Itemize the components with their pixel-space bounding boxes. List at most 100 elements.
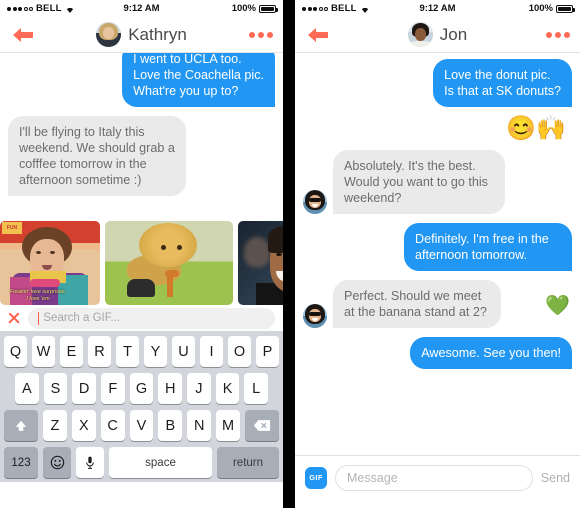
left-phone-screen: BELL 9:12 AM 100% Kathryn I went to UCLA… xyxy=(0,0,283,508)
key-x[interactable]: X xyxy=(71,410,96,441)
sender-avatar[interactable] xyxy=(303,304,327,328)
space-key[interactable]: space xyxy=(109,447,212,478)
nav-title-group-right: Jon xyxy=(295,22,580,47)
message-bubble-incoming[interactable]: Absolutely. It's the best. Would you wan… xyxy=(333,150,505,214)
nav-bar-left: Kathryn xyxy=(0,17,283,53)
key-j[interactable]: J xyxy=(187,373,211,404)
heart-reaction-icon[interactable]: 💚 xyxy=(545,293,570,318)
key-r[interactable]: R xyxy=(88,336,111,367)
bubble-tail xyxy=(564,357,576,369)
key-w[interactable]: W xyxy=(32,336,55,367)
sender-avatar[interactable] xyxy=(303,190,327,214)
battery-icon xyxy=(556,4,575,13)
message-row-outgoing: Love the donut pic. Is that at SK donuts… xyxy=(295,59,580,107)
key-f[interactable]: F xyxy=(101,373,125,404)
message-row-incoming: I'll be flying to Italy this weekend. We… xyxy=(0,116,283,196)
key-d[interactable]: D xyxy=(72,373,96,404)
key-n[interactable]: N xyxy=(187,410,212,441)
emoji-message[interactable]: 😊🙌 xyxy=(295,116,580,142)
keyboard-row-2: A S D F G H J K L xyxy=(2,373,281,404)
message-bubble-incoming[interactable]: Perfect. Should we meet at the banana st… xyxy=(333,280,501,328)
gif-results-strip: FUN Freakin' love surprises. I love 'em xyxy=(0,221,283,305)
message-bubble-outgoing[interactable]: Love the donut pic. Is that at SK donuts… xyxy=(433,59,572,107)
message-bubble-incoming[interactable]: I'll be flying to Italy this weekend. We… xyxy=(8,116,186,196)
backspace-icon[interactable] xyxy=(245,410,280,441)
bubble-tail xyxy=(564,259,576,271)
status-bar-left: BELL 9:12 AM 100% xyxy=(0,0,283,17)
gif-thumb-lion-puppet[interactable] xyxy=(105,221,233,305)
message-text: Love the donut pic. Is that at SK donuts… xyxy=(444,68,561,98)
gif-button[interactable]: GIF xyxy=(305,466,327,489)
gif-search-input[interactable]: Search a GIF... xyxy=(28,307,275,329)
message-text: I went to UCLA too. Love the Coachella p… xyxy=(133,53,264,98)
message-row-outgoing: I went to UCLA too. Love the Coachella p… xyxy=(0,53,283,107)
key-b[interactable]: B xyxy=(158,410,183,441)
key-h[interactable]: H xyxy=(158,373,183,404)
bubble-tail xyxy=(4,184,16,196)
message-input[interactable]: Message xyxy=(335,464,533,491)
gif-search-bar: Search a GIF... xyxy=(0,305,283,331)
key-z[interactable]: Z xyxy=(43,410,67,441)
kathryn-avatar[interactable] xyxy=(96,22,122,47)
key-t[interactable]: T xyxy=(116,336,139,367)
emoji-smiley-icon[interactable] xyxy=(43,447,71,478)
back-arrow-icon[interactable] xyxy=(10,25,36,45)
jon-avatar[interactable] xyxy=(407,22,433,47)
key-k[interactable]: K xyxy=(215,373,240,404)
text-caret xyxy=(38,311,40,325)
right-phone-screen: BELL 9:12 AM 100% Jon Love the donut pic… xyxy=(295,0,580,508)
message-compose-bar: GIF Message Send xyxy=(295,455,580,499)
gif-thumb-woman-sweater[interactable]: FUN Freakin' love surprises. I love 'em xyxy=(0,221,100,305)
nav-title-group-left: Kathryn xyxy=(0,22,283,47)
key-c[interactable]: C xyxy=(100,410,125,441)
message-placeholder: Message xyxy=(347,470,398,485)
key-y[interactable]: Y xyxy=(144,336,167,367)
close-x-icon[interactable] xyxy=(7,311,21,325)
key-l[interactable]: L xyxy=(244,373,269,404)
key-e[interactable]: E xyxy=(60,336,83,367)
send-button[interactable]: Send xyxy=(541,471,570,485)
clock-label: 9:12 AM xyxy=(123,3,160,14)
gif-search-placeholder: Search a GIF... xyxy=(43,312,121,324)
key-i[interactable]: I xyxy=(200,336,223,367)
message-bubble-outgoing[interactable]: Awesome. See you then! xyxy=(410,337,572,369)
gif-caption: Freakin' love surprises. I love 'em xyxy=(9,289,67,302)
back-arrow-icon[interactable] xyxy=(305,25,331,45)
conversation-right: Love the donut pic. Is that at SK donuts… xyxy=(295,53,580,455)
bubble-tail xyxy=(329,202,341,214)
gif-thumb-man-smiling[interactable] xyxy=(238,221,283,305)
key-m[interactable]: M xyxy=(216,410,241,441)
clock-label: 9:12 AM xyxy=(419,3,456,14)
bubble-tail xyxy=(267,95,279,107)
key-g[interactable]: G xyxy=(129,373,154,404)
more-options-icon[interactable] xyxy=(249,31,273,38)
microphone-icon[interactable] xyxy=(76,447,104,478)
key-o[interactable]: O xyxy=(228,336,251,367)
conversation-title: Kathryn xyxy=(128,24,187,44)
message-text: Awesome. See you then! xyxy=(421,346,561,360)
conversation-title: Jon xyxy=(439,24,468,44)
keyboard-row-3: Z X C V B N M xyxy=(2,410,281,441)
key-q[interactable]: Q xyxy=(4,336,27,367)
more-options-icon[interactable] xyxy=(546,31,570,38)
message-bubble-outgoing[interactable]: Definitely. I'm free in the afternoon to… xyxy=(404,223,572,271)
message-row-incoming: Absolutely. It's the best. Would you wan… xyxy=(295,150,580,214)
message-text: Absolutely. It's the best. Would you wan… xyxy=(344,159,488,205)
numbers-key[interactable]: 123 xyxy=(4,447,38,478)
shift-arrow-icon[interactable] xyxy=(4,410,38,441)
bubble-tail xyxy=(329,316,341,328)
message-bubble-outgoing[interactable]: I went to UCLA too. Love the Coachella p… xyxy=(122,53,275,107)
emoji-text: 😊🙌 xyxy=(506,115,566,142)
key-p[interactable]: P xyxy=(256,336,279,367)
bubble-tail xyxy=(564,95,576,107)
nav-bar-right: Jon xyxy=(295,17,580,53)
keyboard-row-4: 123 space return xyxy=(2,447,281,478)
battery-icon xyxy=(259,4,278,13)
message-text: Definitely. I'm free in the afternoon to… xyxy=(415,232,549,262)
return-key[interactable]: return xyxy=(217,447,279,478)
key-v[interactable]: V xyxy=(129,410,154,441)
key-a[interactable]: A xyxy=(14,373,39,404)
on-screen-keyboard: Q W E R T Y U I O P A S D F G H J K L Z … xyxy=(0,331,283,482)
key-s[interactable]: S xyxy=(43,373,68,404)
key-u[interactable]: U xyxy=(172,336,195,367)
